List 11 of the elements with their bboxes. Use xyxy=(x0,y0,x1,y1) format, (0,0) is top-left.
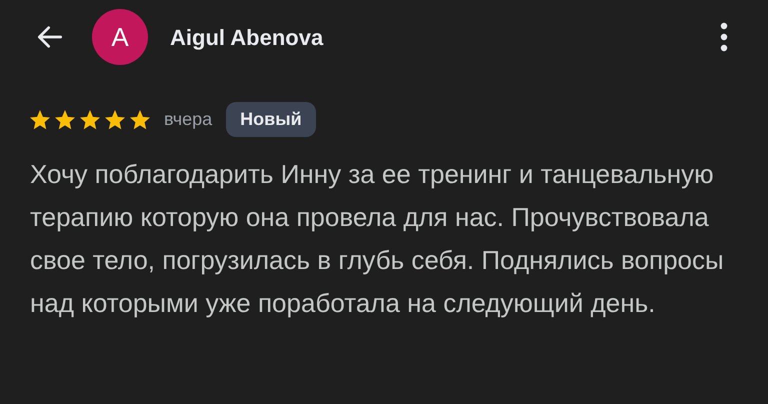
star-icon xyxy=(128,108,152,132)
review-date: вчера xyxy=(164,108,212,131)
star-icon xyxy=(53,108,77,132)
new-badge: Новый xyxy=(226,102,316,137)
star-icon xyxy=(78,108,102,132)
star-icon xyxy=(28,108,52,132)
more-options-icon[interactable] xyxy=(720,22,728,52)
star-icon xyxy=(103,108,127,132)
review-text: Хочу поблагодарить Инну за ее тренинг и танцевальную терапию которую она провела для нас. Прочувствовала свое тело, погрузилась в глубь себя. Поднялись вопросы над которыми уже поработала на следующий день. xyxy=(29,158,725,320)
reviewer-name: Aigul Abenova xyxy=(170,24,324,52)
avatar: A xyxy=(92,9,148,65)
